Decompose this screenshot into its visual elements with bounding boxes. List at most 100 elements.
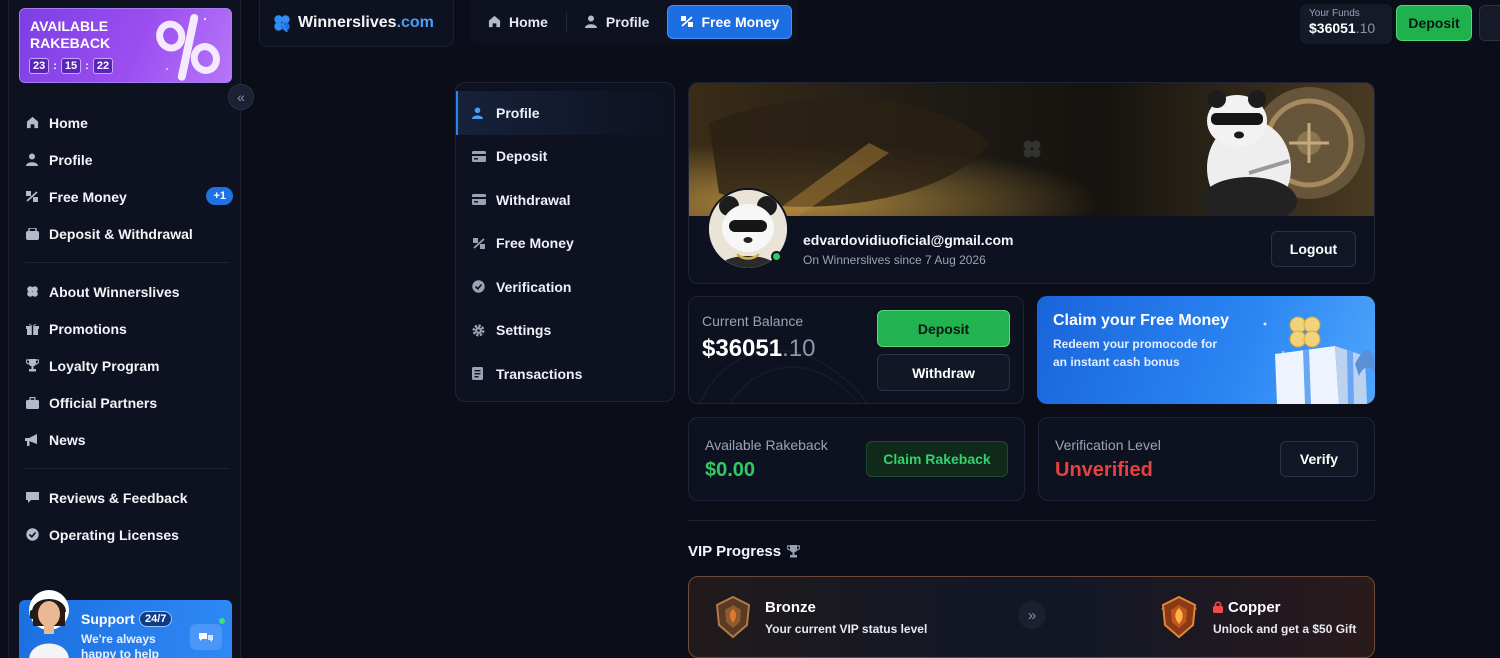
claim-rakeback-button[interactable]: Claim Rakeback (866, 441, 1008, 477)
percent-icon (156, 13, 220, 81)
top-navigation: Home Profile Free Money (470, 0, 799, 43)
balance-card: Current Balance $36051.10 Deposit Withdr… (688, 296, 1024, 404)
rakeback-value: $0.00 (705, 459, 756, 481)
topnav-separator (565, 11, 567, 32)
profile-menu-label: Free Money (496, 235, 574, 252)
profile-card: edvardovidiuoficial@gmail.com On Winners… (688, 82, 1375, 284)
user-email: edvardovidiuoficial@gmail.com (803, 232, 1014, 248)
vip-progress-heading: VIP Progress (688, 543, 801, 560)
sidebar-item-label: Free Money (49, 188, 127, 205)
funds-value: $36051.10 (1309, 20, 1383, 36)
claim-title: Claim your Free Money (1053, 312, 1230, 329)
verification-card: Verification Level Unverified Verify (1038, 417, 1375, 501)
funds-value-whole: $36051 (1309, 20, 1356, 36)
countdown-separator: : (53, 60, 57, 72)
support-hours-tag: 24/7 (139, 611, 173, 627)
sidebar-item-free-money[interactable]: Free Money +1 (19, 178, 239, 215)
home-icon (488, 15, 502, 29)
profile-banner-image (689, 83, 1374, 216)
verify-button[interactable]: Verify (1280, 441, 1358, 477)
card-icon (472, 149, 486, 163)
profile-menu-free-money[interactable]: Free Money (456, 222, 674, 266)
sidebar-nav-main: Home Profile Free Money +1 Deposit & Wit… (19, 104, 239, 553)
badge-check-icon (25, 528, 39, 542)
sidebar-item-deposit-withdrawal[interactable]: Deposit & Withdrawal (19, 215, 239, 252)
topnav-label: Home (509, 13, 548, 30)
withdraw-button[interactable]: Withdraw (877, 354, 1010, 391)
deposit-button[interactable]: Deposit (877, 310, 1010, 347)
verification-label: Verification Level (1055, 437, 1161, 453)
verification-status: Unverified (1055, 459, 1153, 481)
profile-menu-label: Deposit (496, 148, 548, 165)
lock-icon (1213, 601, 1223, 613)
profile-menu-withdrawal[interactable]: Withdrawal (456, 178, 674, 222)
profile-menu-settings[interactable]: Settings (456, 309, 674, 353)
funds-display[interactable]: Your Funds $36051.10 (1300, 4, 1392, 44)
claim-free-money-card[interactable]: Claim your Free Money Redeem your promoc… (1037, 296, 1375, 404)
sidebar-item-label: Official Partners (49, 394, 158, 411)
clover-logo-icon (274, 15, 290, 33)
logout-button[interactable]: Logout (1271, 231, 1356, 267)
sidebar-item-label: About Winnerslives (49, 283, 180, 300)
vip-next-subtitle: Unlock and get a $50 Gift (1213, 622, 1357, 636)
sidebar-item-promotions[interactable]: Promotions (19, 310, 239, 347)
sidebar-item-partners[interactable]: Official Partners (19, 384, 239, 421)
support-chat-button[interactable] (190, 624, 222, 650)
header-menu-button[interactable] (1479, 5, 1500, 41)
sidebar-item-label: Reviews & Feedback (49, 489, 188, 506)
vip-next-name: Copper (1213, 599, 1281, 616)
support-widget[interactable]: Support 24/7 We're always happy to help (19, 590, 232, 658)
topnav-home[interactable]: Home (476, 5, 560, 39)
topnav-profile[interactable]: Profile (573, 5, 662, 39)
countdown-separator: : (85, 60, 89, 72)
rakeback-label: Available Rakeback (705, 437, 828, 453)
vip-progress-card: Bronze Your current VIP status level » C… (688, 576, 1375, 658)
profile-menu: Profile Deposit Withdrawal Free Money Ve… (455, 82, 675, 402)
trophy-icon (787, 544, 801, 559)
profile-menu-label: Transactions (496, 365, 583, 382)
countdown-minutes: 15 (60, 58, 82, 74)
vip-current-name: Bronze (765, 599, 816, 616)
profile-menu-deposit[interactable]: Deposit (456, 135, 674, 179)
gear-icon (472, 323, 486, 337)
countdown-hours: 23 (29, 58, 50, 74)
balance-value: $36051.10 (702, 335, 815, 363)
profile-menu-label: Withdrawal (496, 191, 571, 208)
topnav-free-money[interactable]: Free Money (667, 4, 793, 39)
free-money-icon (25, 190, 39, 204)
user-icon (472, 106, 486, 120)
gift-box-icon (1263, 316, 1375, 404)
profile-menu-profile[interactable]: Profile (456, 91, 674, 135)
promo-countdown: 23 : 15 : 22 (29, 58, 114, 74)
sidebar-item-label: Promotions (49, 320, 127, 337)
header-deposit-button[interactable]: Deposit (1396, 5, 1472, 41)
profile-menu-transactions[interactable]: Transactions (456, 352, 674, 396)
profile-menu-verification[interactable]: Verification (456, 265, 674, 309)
sidebar-item-loyalty[interactable]: Loyalty Program (19, 347, 239, 384)
sidebar-item-profile[interactable]: Profile (19, 141, 239, 178)
brand-name: Winnerslives.com (298, 14, 434, 32)
sidebar-item-news[interactable]: News (19, 421, 239, 458)
sidebar-item-licenses[interactable]: Operating Licenses (19, 516, 239, 553)
sidebar-item-home[interactable]: Home (19, 104, 239, 141)
sidebar-item-about[interactable]: About Winnerslives (19, 273, 239, 310)
countdown-seconds: 22 (92, 58, 114, 74)
balance-label: Current Balance (702, 313, 804, 329)
rakeback-card: Available Rakeback $0.00 Claim Rakeback (688, 417, 1025, 501)
home-icon (25, 116, 39, 130)
vip-next-name-text: Copper (1228, 599, 1281, 616)
sidebar-collapse-button[interactable]: « (228, 84, 254, 110)
briefcase-icon (25, 396, 39, 410)
member-since: On Winnerslives since 7 Aug 2026 (803, 253, 986, 267)
promo-title: AVAILABLE RAKEBACK (30, 18, 111, 51)
megaphone-icon (25, 433, 39, 447)
sidebar-item-reviews[interactable]: Reviews & Feedback (19, 479, 239, 516)
brand-logo[interactable]: Winnerslives.com (259, 0, 454, 47)
balance-value-decimal: .10 (782, 335, 816, 362)
rakeback-promo-banner[interactable]: AVAILABLE RAKEBACK 23 : 15 : 22 (19, 8, 232, 83)
profile-menu-label: Profile (496, 104, 540, 121)
wallet-icon (25, 227, 39, 241)
balance-value-whole: $36051 (702, 335, 783, 362)
profile-menu-label: Settings (496, 322, 552, 339)
copper-badge-icon (1161, 595, 1197, 639)
